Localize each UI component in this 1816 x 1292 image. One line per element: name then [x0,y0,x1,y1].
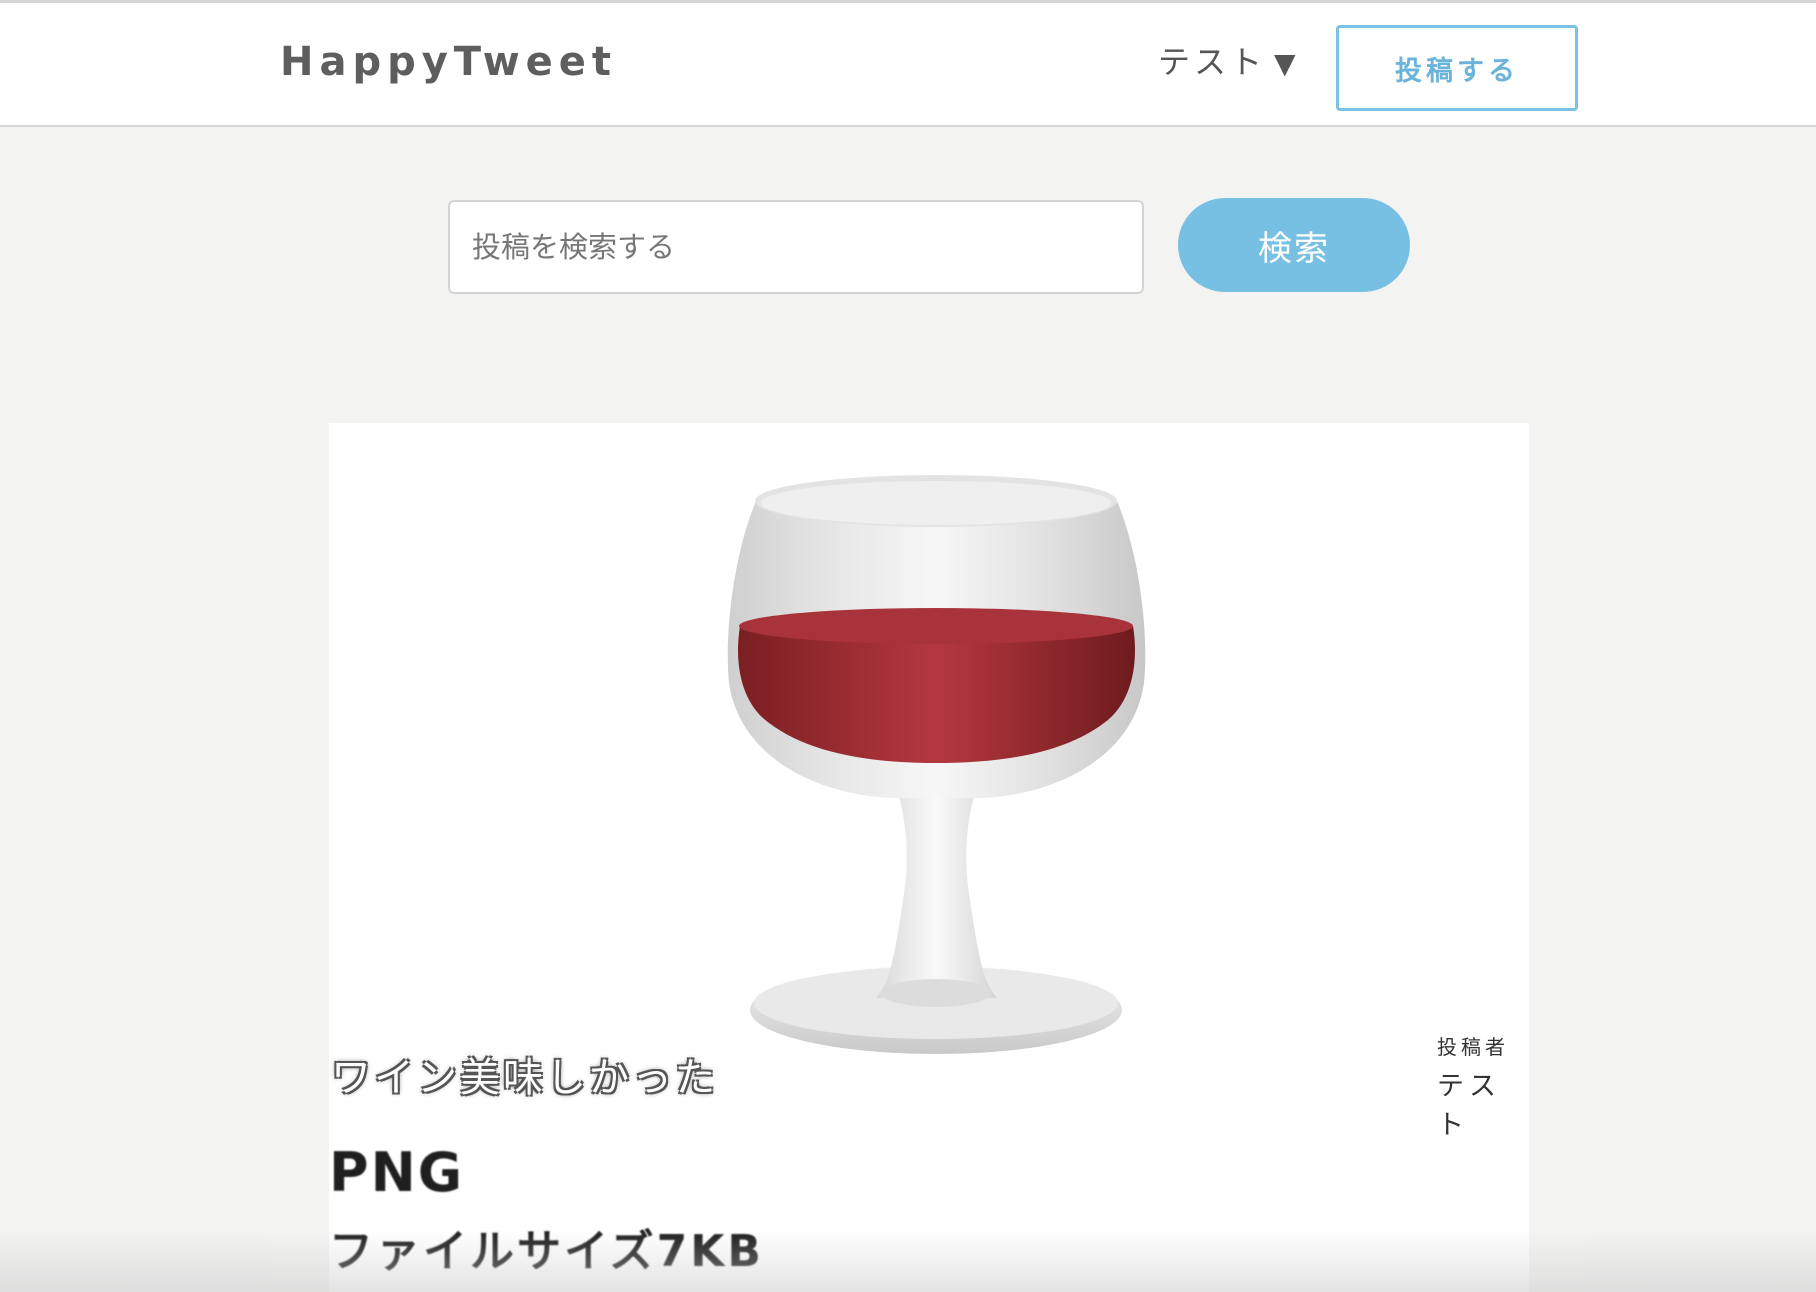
search-button[interactable]: 検索 [1178,198,1410,292]
post-caption: ワイン美味しかった [331,1055,718,1101]
user-menu[interactable]: テスト ▼ [1158,37,1300,83]
post-card[interactable]: ワイン美味しかった PNG ファイルサイズ7KB 投稿者 テスト [329,423,1529,1292]
author-label: 投稿者 [1437,1035,1509,1059]
caret-down-icon: ▼ [1274,47,1300,80]
image-text-format: PNG [329,1141,465,1204]
image-text-filesize: ファイルサイズ7KB [329,1226,764,1277]
search-input[interactable] [448,200,1144,294]
site-logo[interactable]: HappyTweet [280,39,617,85]
post-image [727,475,1146,1054]
author-block[interactable]: 投稿者 テスト [1437,1031,1529,1142]
new-post-button[interactable]: 投稿する [1336,25,1578,111]
author-name[interactable]: テスト [1437,1064,1529,1142]
user-name: テスト [1158,43,1267,81]
site-header: HappyTweet テスト ▼ 投稿する [0,0,1816,127]
